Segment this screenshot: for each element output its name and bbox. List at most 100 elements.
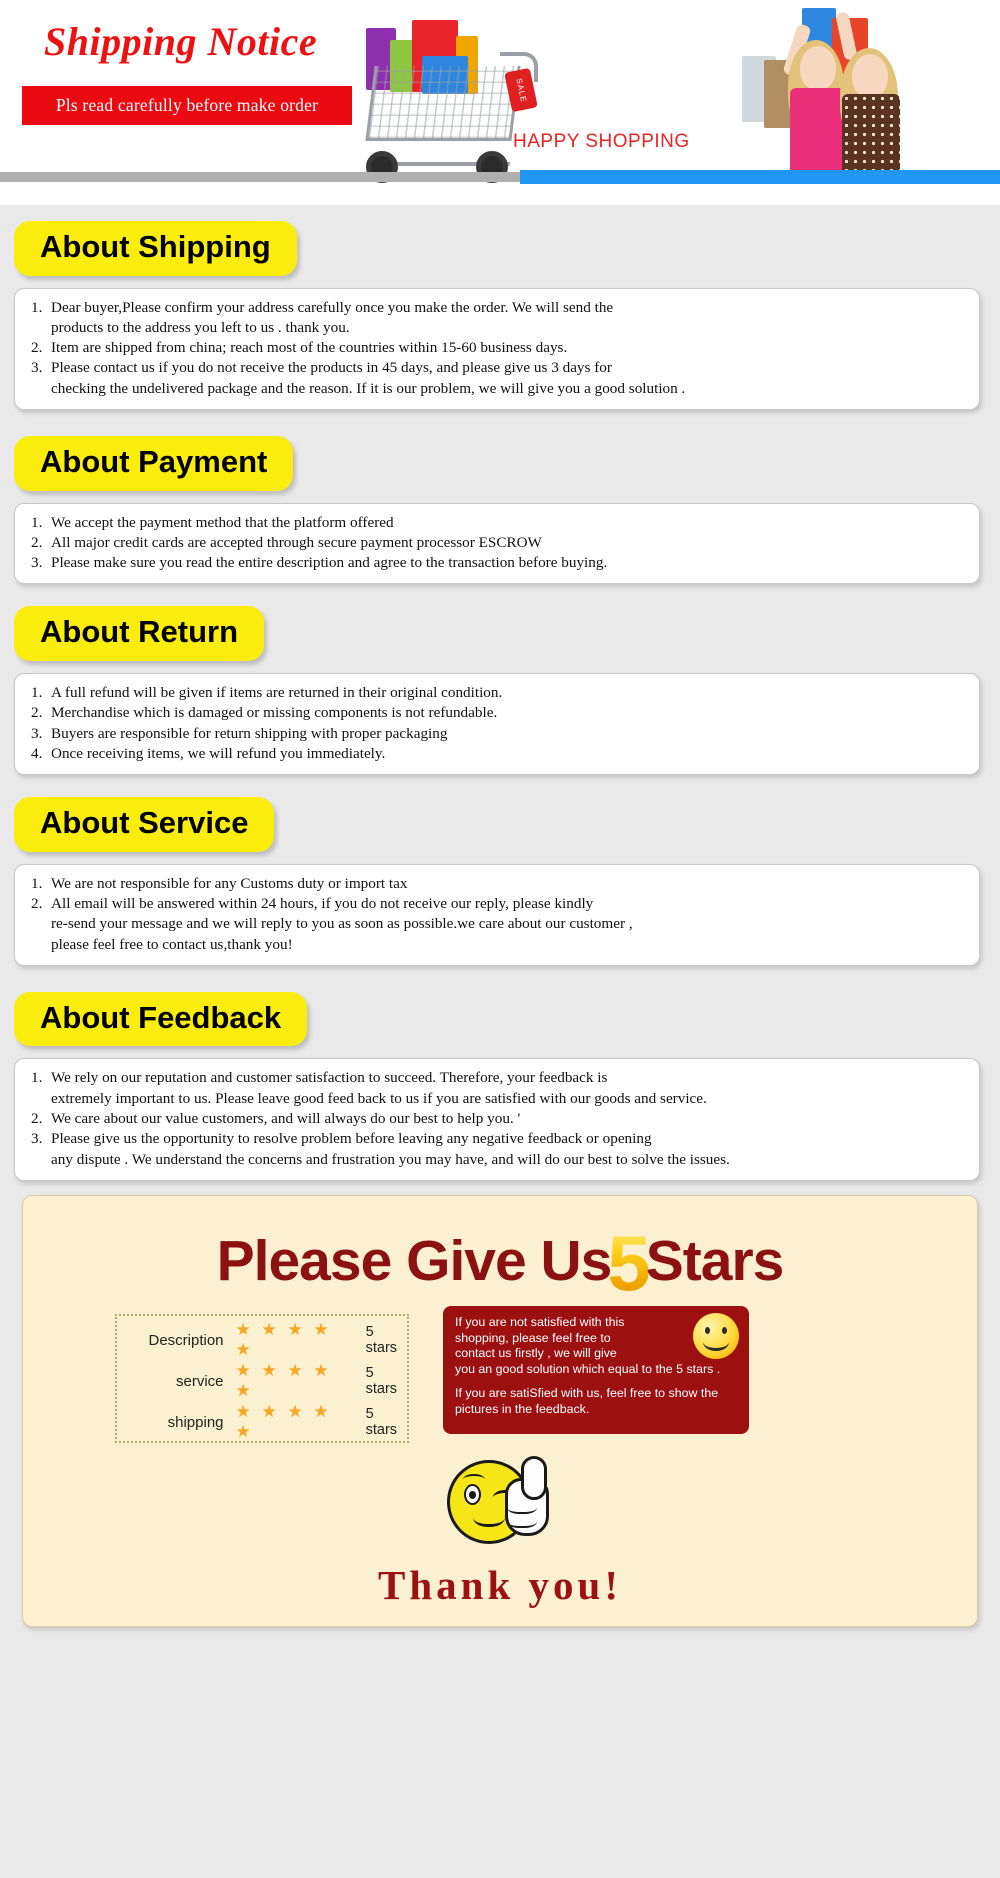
list-item: 1. We are not responsible for any Customs… <box>29 874 965 894</box>
panel-about-feedback: 1. We rely on our reputation and customer… <box>14 1058 980 1181</box>
list-number: 2. <box>31 895 43 913</box>
happy-shopping-label: HAPPY SHOPPING <box>513 131 690 152</box>
gold-five-numeral: 5 <box>607 1218 650 1307</box>
ribbon-label: Pls read carefully before make order <box>55 95 319 115</box>
rating-row-shipping: shipping ★ ★ ★ ★ ★ 5 stars <box>117 1402 407 1441</box>
emoji-smile <box>473 1506 505 1527</box>
list-text: Once receiving items, we will refund you… <box>51 744 386 762</box>
list-text: We rely on our reputation and customer s… <box>51 1069 707 1107</box>
shopper-two-top <box>842 94 900 176</box>
list-number: 1. <box>31 298 43 316</box>
list-item: 4. Once receiving items, we will refund y… <box>29 744 965 764</box>
list-text: Dear buyer,Please confirm your address c… <box>51 298 614 336</box>
list-item: 1. We rely on our reputation and customer… <box>29 1068 965 1109</box>
section-badge-shipping: About Shipping <box>14 221 297 276</box>
shopper-two-head <box>852 54 888 98</box>
give-stars-heading: Please Give Us5Stars <box>23 1196 977 1309</box>
list-item: 2. Item are shipped from china; reach mos… <box>29 338 965 358</box>
emoji-finger-line-two <box>507 1512 537 1528</box>
list-number: 3. <box>31 359 43 377</box>
rating-value: 5 stars <box>365 1365 398 1398</box>
five-stars-icon: ★ ★ ★ ★ ★ <box>235 1320 332 1360</box>
winking-thumbs-up-icon <box>447 1454 553 1550</box>
list-item: 2. Merchandise which is damaged or missin… <box>29 703 965 723</box>
list-text: We are not responsible for any Customs d… <box>51 874 408 892</box>
ratings-box: Description ★ ★ ★ ★ ★ 5 stars service ★ … <box>115 1313 409 1443</box>
list-text: Please contact us if you do not receive … <box>51 359 686 397</box>
emoji-eye-open <box>464 1483 481 1505</box>
list-item: 3. Buyers are responsible for return ship… <box>29 724 965 744</box>
rating-value: 5 stars <box>365 1406 398 1439</box>
heading-text-after: Stars <box>645 1228 785 1293</box>
smiley-face-icon <box>693 1312 739 1359</box>
list-item: 2. All email will be answered within 24 h… <box>29 894 965 955</box>
list-item: 3. Please give us the opportunity to reso… <box>29 1129 965 1170</box>
list-text: A full refund will be given if items are… <box>51 684 503 702</box>
five-stars-icon: ★ ★ ★ ★ ★ <box>235 1361 332 1401</box>
sections-container: About Shipping 1. Dear buyer,Please confi… <box>0 205 1000 1627</box>
list-number: 2. <box>31 533 43 551</box>
list-item: 2. All major credit cards are accepted th… <box>29 533 965 553</box>
shipping-notice-page: Shipping Notice Pls read carefully befor… <box>0 0 1000 1878</box>
page-header: Shipping Notice Pls read carefully befor… <box>0 0 1000 205</box>
list-text: Please give us the opportunity to resolv… <box>51 1130 730 1168</box>
section-about-return: About Return 1. A full refund will be giv… <box>0 584 1000 776</box>
section-badge-feedback: About Feedback <box>14 991 308 1047</box>
section-badge-return: About Return <box>14 606 265 662</box>
panel-about-return: 1. A full refund will be given if items a… <box>14 673 980 776</box>
feedback-list: 1. We rely on our reputation and customer… <box>29 1068 965 1169</box>
rating-row-service: service ★ ★ ★ ★ ★ 5 stars <box>117 1361 407 1400</box>
heading-text-before: Please Give Us <box>216 1228 613 1293</box>
happy-shoppers-photo <box>690 6 950 176</box>
read-carefully-ribbon: Pls read carefully before make order <box>22 86 352 125</box>
red-note-second: If you are satiSfied with us, feel free … <box>455 1386 719 1416</box>
satisfaction-note-box: If you are not satisfied with this shopp… <box>443 1305 749 1434</box>
panel-about-service: 1. We are not responsible for any Customs… <box>14 863 980 966</box>
sale-tag-label: SALE <box>514 77 528 103</box>
rating-label: service <box>176 1372 224 1390</box>
payment-list: 1. We accept the payment method that the … <box>29 513 965 574</box>
cart-basket <box>365 66 521 141</box>
list-item: 1. A full refund will be given if items a… <box>29 683 965 703</box>
list-number: 1. <box>31 1069 43 1087</box>
five-stars-icon: ★ ★ ★ ★ ★ <box>235 1402 332 1442</box>
header-divider-blue <box>520 170 1000 184</box>
list-text: Buyers are responsible for return shippi… <box>51 724 448 742</box>
panel-about-shipping: 1. Dear buyer,Please confirm your address… <box>14 287 980 411</box>
list-item: 1. Dear buyer,Please confirm your address… <box>29 298 965 339</box>
header-divider-grey <box>0 172 520 182</box>
panel-about-payment: 1. We accept the payment method that the … <box>14 502 980 585</box>
return-list: 1. A full refund will be given if items a… <box>29 683 965 764</box>
section-badge-service: About Service <box>14 797 275 852</box>
list-number: 3. <box>31 1130 43 1148</box>
section-badge-payment: About Payment <box>14 436 294 491</box>
section-about-shipping: About Shipping 1. Dear buyer,Please confi… <box>0 205 1000 411</box>
list-number: 1. <box>31 513 43 531</box>
rating-label: Description <box>148 1331 224 1349</box>
page-title: Shipping Notice <box>44 19 318 64</box>
list-text: We accept the payment method that the pl… <box>51 513 394 531</box>
list-text: We care about our value customers, and w… <box>51 1110 521 1128</box>
list-number: 3. <box>31 724 43 742</box>
smiley-mouth <box>703 1333 729 1351</box>
list-number: 2. <box>31 339 43 357</box>
thank-you-block: Thank you! <box>23 1454 977 1609</box>
list-text: All email will be answered within 24 hou… <box>51 895 633 953</box>
list-text: All major credit cards are accepted thro… <box>51 533 542 551</box>
list-item: 1. We accept the payment method that the … <box>29 513 965 533</box>
list-item: 3. Please make sure you read the entire d… <box>29 553 965 573</box>
list-number: 2. <box>31 704 43 722</box>
five-stars-banner: Please Give Us5Stars Description ★ ★ ★ ★… <box>22 1194 978 1627</box>
service-list: 1. We are not responsible for any Customs… <box>29 874 965 955</box>
rating-label: shipping <box>167 1413 224 1431</box>
emoji-thumb <box>521 1455 547 1500</box>
shopper-one-head <box>800 46 836 90</box>
list-item: 2. We care about our value customers, and… <box>29 1109 965 1129</box>
list-text: Please make sure you read the entire des… <box>51 554 608 572</box>
list-text: Item are shipped from china; reach most … <box>51 339 568 357</box>
thank-you-text: Thank you! <box>378 1561 622 1608</box>
list-number: 1. <box>31 684 43 702</box>
shipping-list: 1. Dear buyer,Please confirm your address… <box>29 298 965 399</box>
list-text: Merchandise which is damaged or missing … <box>51 704 498 722</box>
shopper-one-top <box>790 88 846 174</box>
